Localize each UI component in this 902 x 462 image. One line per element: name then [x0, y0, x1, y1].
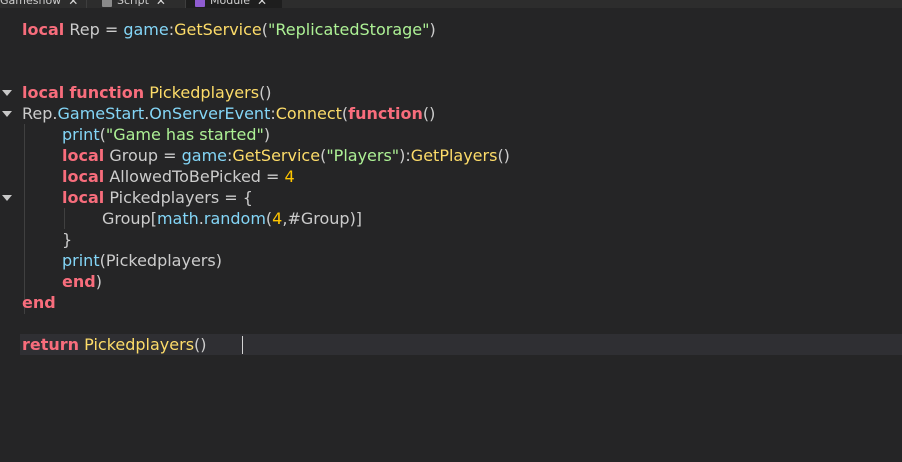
- code-token: ):: [399, 146, 411, 165]
- fold-arrow-icon[interactable]: [2, 195, 12, 201]
- code-token: "ReplicatedStorage": [268, 20, 430, 39]
- code-token: 4: [272, 209, 283, 228]
- code-token: Rep =: [64, 20, 124, 39]
- code-token: Pickedplayers: [149, 83, 260, 102]
- code-token: (): [497, 146, 510, 165]
- code-token: print: [62, 251, 100, 270]
- code-token: ): [95, 272, 102, 291]
- code-token: local: [62, 167, 105, 186]
- fold-gutter: [0, 8, 20, 462]
- code-line[interactable]: local Rep = game:GetService("ReplicatedS…: [22, 19, 436, 40]
- fold-arrow-icon[interactable]: [2, 111, 12, 117]
- indent-guide: [24, 124, 25, 314]
- code-token: (): [422, 104, 436, 123]
- code-token: function: [348, 104, 423, 123]
- code-token: print: [62, 125, 100, 144]
- code-token: "Players": [326, 146, 400, 165]
- code-token: Connect: [275, 104, 342, 123]
- tab-label: Script: [117, 0, 149, 7]
- code-line[interactable]: local Pickedplayers = {: [62, 187, 253, 208]
- text-caret: [242, 336, 243, 354]
- code-token: OnServerEvent: [149, 104, 271, 123]
- tab-divider: [86, 0, 87, 8]
- tab-module[interactable]: Module ✕: [195, 0, 267, 8]
- code-line[interactable]: local function Pickedplayers(): [22, 82, 272, 103]
- tab-divider: [185, 0, 186, 8]
- code-token: Group[: [102, 209, 157, 228]
- code-token: ): [263, 125, 271, 144]
- code-line[interactable]: print("Game has started"): [62, 124, 270, 145]
- code-token: Pickedplayers: [84, 335, 195, 354]
- code-token: GetService: [232, 146, 321, 165]
- code-token: local: [22, 83, 65, 102]
- code-token: local: [62, 146, 105, 165]
- code-editor[interactable]: local Rep = game:GetService("ReplicatedS…: [0, 8, 902, 462]
- code-token: }: [62, 230, 73, 249]
- code-token: game: [181, 146, 228, 165]
- code-token: math: [156, 209, 199, 228]
- code-token: GameStart: [57, 104, 145, 123]
- code-token: local: [62, 188, 105, 207]
- code-token: "Game has started": [105, 125, 264, 144]
- code-line[interactable]: }: [62, 229, 72, 250]
- code-token: Pickedplayers = {: [104, 188, 253, 207]
- tab-gameshow[interactable]: Gameshow ✕: [0, 0, 78, 8]
- code-token: random: [203, 209, 266, 228]
- code-line[interactable]: local AllowedToBePicked = 4: [62, 166, 295, 187]
- code-line[interactable]: local Group = game:GetService("Players")…: [62, 145, 510, 166]
- code-token: GetPlayers: [410, 146, 498, 165]
- fold-arrow-icon[interactable]: [2, 90, 12, 96]
- close-icon[interactable]: ✕: [68, 0, 78, 8]
- code-line[interactable]: return Pickedplayers(): [22, 334, 207, 355]
- close-icon[interactable]: ✕: [156, 0, 166, 8]
- tab-label: Gameshow: [0, 0, 62, 7]
- code-line[interactable]: print(Pickedplayers): [62, 250, 222, 271]
- code-line[interactable]: Rep.GameStart.OnServerEvent:Connect(func…: [22, 103, 435, 124]
- code-token: (Pickedplayers): [99, 251, 222, 270]
- code-token: Group =: [104, 146, 182, 165]
- tab-script[interactable]: Script ✕: [102, 0, 166, 8]
- tab-bar: Gameshow ✕ Script ✕ Module ✕: [0, 0, 902, 8]
- code-token: ,#Group)]: [282, 209, 363, 228]
- code-token: (): [194, 335, 207, 354]
- code-token: function: [69, 83, 145, 102]
- tab-label: Module: [210, 0, 250, 7]
- code-token: 4: [284, 167, 295, 186]
- code-token: (): [259, 83, 272, 102]
- code-token: ): [429, 20, 436, 39]
- code-token: AllowedToBePicked =: [104, 167, 285, 186]
- script-icon: [102, 0, 112, 7]
- code-token: end: [22, 293, 56, 312]
- code-line[interactable]: end: [22, 292, 56, 313]
- close-icon[interactable]: ✕: [257, 0, 267, 8]
- code-token: Rep.: [22, 104, 58, 123]
- code-token: game: [123, 20, 169, 39]
- code-token: local: [22, 20, 65, 39]
- module-script-icon: [195, 0, 205, 7]
- code-line[interactable]: Group[math.random(4,#Group)]: [102, 208, 362, 229]
- code-token: GetService: [174, 20, 262, 39]
- code-token: return: [22, 335, 80, 354]
- indent-guide: [64, 208, 65, 229]
- code-token: end: [62, 272, 96, 291]
- code-line[interactable]: end): [62, 271, 102, 292]
